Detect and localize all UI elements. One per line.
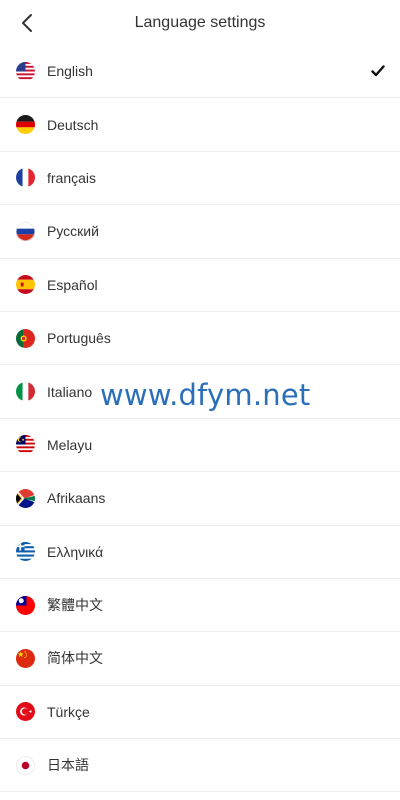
- my-flag-icon: [16, 435, 35, 455]
- language-item-melayu[interactable]: Melayu: [0, 419, 400, 473]
- language-item-traditional-chinese[interactable]: 繁體中文: [0, 579, 400, 633]
- language-item-simplified-chinese[interactable]: 简体中文: [0, 632, 400, 686]
- language-label: Türkçe: [47, 703, 90, 720]
- watermark-text: www.dfym.net: [100, 378, 311, 412]
- page-title: Language settings: [134, 13, 266, 31]
- de-flag-icon: [16, 115, 35, 135]
- language-label: Afrikaans: [47, 490, 106, 507]
- fr-flag-icon: [16, 168, 35, 188]
- language-item-francais[interactable]: français: [0, 152, 400, 206]
- language-item-english[interactable]: English: [0, 45, 400, 99]
- language-label: English: [47, 63, 93, 80]
- us-flag-icon: [16, 61, 35, 81]
- language-item-portugues[interactable]: Português: [0, 312, 400, 366]
- language-item-russian[interactable]: Русский: [0, 205, 400, 259]
- language-item-greek[interactable]: Ελληνικά: [0, 526, 400, 579]
- language-label: 日本語: [47, 757, 89, 774]
- language-item-turkce[interactable]: Türkçe: [0, 686, 400, 740]
- chevron-left-icon: [22, 14, 32, 32]
- language-label: Русский: [47, 223, 99, 240]
- language-item-japanese[interactable]: 日本語: [0, 739, 400, 793]
- language-label: Deutsch: [47, 116, 99, 133]
- language-item-deutsch[interactable]: Deutsch: [0, 98, 400, 152]
- header: Language settings: [0, 0, 400, 45]
- it-flag-icon: [16, 382, 35, 402]
- language-label: Melayu: [47, 436, 93, 453]
- language-label: 繁體中文: [47, 597, 103, 614]
- ru-flag-icon: [16, 221, 35, 241]
- language-label: Ελληνικά: [47, 543, 104, 560]
- checkmark-icon: [370, 63, 386, 79]
- language-label: Español: [47, 276, 98, 293]
- tw-flag-icon: [16, 595, 35, 615]
- za-flag-icon: [16, 488, 35, 508]
- language-list: English Deutsch français Русский Español…: [0, 45, 400, 793]
- language-label: français: [47, 169, 97, 186]
- back-button[interactable]: [14, 10, 40, 36]
- pt-flag-icon: [16, 328, 35, 348]
- cn-flag-icon: [16, 648, 35, 668]
- language-label: Italiano: [47, 383, 93, 400]
- language-label: Português: [47, 330, 111, 347]
- es-flag-icon: [16, 275, 35, 295]
- gr-flag-icon: [16, 542, 35, 562]
- language-item-espanol[interactable]: Español: [0, 259, 400, 312]
- language-item-afrikaans[interactable]: Afrikaans: [0, 472, 400, 526]
- language-label: 简体中文: [47, 650, 103, 667]
- jp-flag-icon: [16, 755, 35, 775]
- tr-flag-icon: [16, 702, 35, 722]
